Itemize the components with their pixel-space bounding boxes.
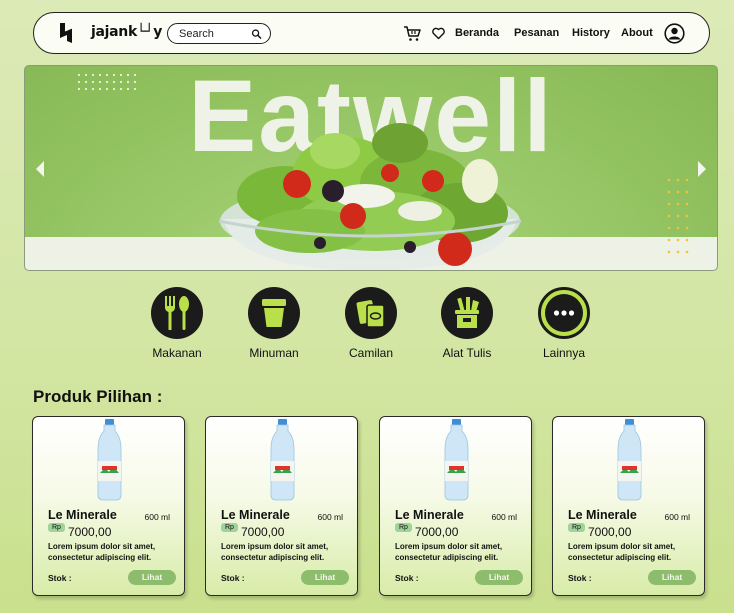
category-label: Minuman (249, 346, 299, 360)
product-card[interactable]: Le Minerale 600 ml Rp 7000,00 Lorem ipsu… (379, 416, 532, 596)
nav-link-about[interactable]: About (621, 27, 653, 39)
navbar: jajank└┘y Beranda Pesanan History About (33, 12, 710, 54)
product-name: Le Minerale (48, 508, 117, 522)
user-account-icon[interactable] (664, 23, 685, 44)
heart-icon[interactable] (432, 27, 445, 40)
search-box[interactable] (167, 23, 271, 44)
category-icon-circle (441, 287, 493, 339)
more-icon (545, 294, 583, 332)
view-button[interactable]: Lihat (301, 570, 349, 585)
view-button[interactable]: Lihat (648, 570, 696, 585)
category-label: Camilan (348, 346, 393, 360)
category-lainnya[interactable]: Lainnya (519, 287, 609, 360)
snack-icon (356, 300, 385, 328)
stock-label: Stok : (568, 573, 592, 583)
water-bottle-image (97, 419, 122, 501)
product-price: 7000,00 (415, 525, 459, 539)
product-price: 7000,00 (588, 525, 632, 539)
decorative-dots-top (77, 73, 137, 91)
stock-label: Stok : (395, 573, 419, 583)
view-button[interactable]: Lihat (475, 570, 523, 585)
category-icon-circle (151, 287, 203, 339)
product-description: Lorem ipsum dolor sit amet, consectetur … (395, 542, 503, 562)
stock-label: Stok : (48, 573, 72, 583)
currency-badge: Rp (221, 523, 238, 532)
category-label: Alat Tulis (442, 346, 492, 360)
category-icon-circle (538, 287, 590, 339)
search-icon[interactable] (251, 28, 262, 40)
product-card[interactable]: Le Minerale 600 ml Rp 7000,00 Lorem ipsu… (552, 416, 705, 596)
banner-next-arrow-icon[interactable] (697, 160, 707, 178)
product-card[interactable]: Le Minerale 600 ml Rp 7000,00 Lorem ipsu… (205, 416, 358, 596)
cup-icon (262, 299, 286, 327)
search-input[interactable] (179, 27, 251, 40)
product-name: Le Minerale (221, 508, 290, 522)
category-makanan[interactable]: Makanan (132, 287, 222, 360)
category-label: Makanan (152, 346, 202, 360)
product-volume: 600 ml (317, 512, 343, 522)
logo-icon[interactable] (58, 22, 74, 44)
section-title: Produk Pilihan : (33, 387, 163, 406)
banner-prev-arrow-icon[interactable] (35, 160, 45, 178)
product-name: Le Minerale (395, 508, 464, 522)
brand-name[interactable]: jajank└┘y (91, 24, 162, 40)
product-price: 7000,00 (68, 525, 112, 539)
utensils-icon (165, 296, 189, 330)
product-card[interactable]: Le Minerale 600 ml Rp 7000,00 Lorem ipsu… (32, 416, 185, 596)
product-volume: 600 ml (144, 512, 170, 522)
water-bottle-image (617, 419, 642, 501)
salad-bowl-image (218, 123, 522, 270)
product-description: Lorem ipsum dolor sit amet, consectetur … (568, 542, 676, 562)
product-description: Lorem ipsum dolor sit amet, consectetur … (48, 542, 156, 562)
product-name: Le Minerale (568, 508, 637, 522)
currency-badge: Rp (568, 523, 585, 532)
category-label: Lainnya (542, 346, 586, 360)
hero-banner: Eatwell (24, 65, 718, 271)
category-minuman[interactable]: Minuman (229, 287, 319, 360)
nav-link-history[interactable]: History (572, 27, 610, 39)
product-price: 7000,00 (241, 525, 285, 539)
currency-badge: Rp (395, 523, 412, 532)
product-volume: 600 ml (491, 512, 517, 522)
category-icon-circle (345, 287, 397, 339)
currency-badge: Rp (48, 523, 65, 532)
nav-link-pesanan[interactable]: Pesanan (514, 27, 559, 39)
category-camilan[interactable]: Camilan (326, 287, 416, 360)
decorative-dots-side (667, 178, 689, 254)
category-icon-circle (248, 287, 300, 339)
product-description: Lorem ipsum dolor sit amet, consectetur … (221, 542, 329, 562)
category-alat-tulis[interactable]: Alat Tulis (422, 287, 512, 360)
view-button[interactable]: Lihat (128, 570, 176, 585)
water-bottle-image (270, 419, 295, 501)
cart-icon[interactable] (403, 25, 421, 42)
water-bottle-image (444, 419, 469, 501)
stock-label: Stok : (221, 573, 245, 583)
product-volume: 600 ml (664, 512, 690, 522)
stationery-icon (455, 297, 479, 328)
nav-link-beranda[interactable]: Beranda (455, 27, 499, 39)
